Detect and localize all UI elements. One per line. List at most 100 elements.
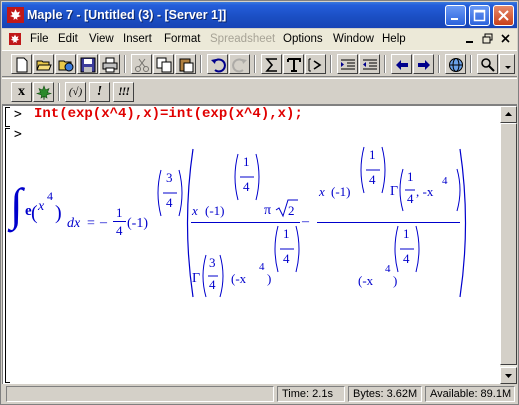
print-button[interactable]: [99, 54, 120, 74]
prompt-button[interactable]: [305, 54, 326, 74]
menu-help[interactable]: Help: [382, 33, 406, 45]
scroll-thumb[interactable]: [500, 123, 517, 365]
exp-var: x: [38, 199, 45, 214]
toolbar-dropdown-button[interactable]: [499, 54, 515, 74]
neg-one: (-1): [127, 216, 148, 231]
sqrt-arg: 2: [288, 203, 295, 218]
doc-close-icon[interactable]: [498, 32, 514, 46]
back-button[interactable]: [391, 54, 412, 74]
scroll-up-button[interactable]: [500, 106, 517, 123]
term1-den-power-den: 4: [283, 251, 290, 266]
menu-insert[interactable]: Insert: [123, 33, 152, 45]
undo-icon: [211, 58, 226, 73]
maple-leaf-button[interactable]: [33, 82, 54, 102]
frac-num: 1: [116, 205, 123, 220]
toggle-display-label: (√): [68, 86, 83, 98]
integral-sign: ∫: [10, 179, 23, 230]
close-button[interactable]: [493, 5, 514, 26]
indent-icon: [341, 59, 355, 70]
execute-label: !: [96, 84, 103, 99]
arrow-up-icon: [505, 112, 512, 116]
vertical-scrollbar[interactable]: [500, 105, 517, 384]
globe-button[interactable]: [445, 54, 466, 74]
menu-view[interactable]: View: [89, 33, 114, 45]
term2-power-den: 4: [369, 172, 376, 187]
open-url-button[interactable]: [55, 54, 76, 74]
cut-icon: [135, 58, 149, 72]
sum-button[interactable]: [261, 54, 282, 74]
term2-den-close: ): [393, 273, 398, 288]
open-button[interactable]: [33, 54, 54, 74]
execute-button[interactable]: !: [89, 82, 110, 102]
forward-icon: [418, 60, 430, 70]
main-toolbar: [2, 50, 517, 77]
document-icon[interactable]: [8, 32, 22, 46]
term2-den-power: 4: [385, 263, 391, 275]
maximize-icon: [473, 9, 486, 22]
exp-lparen: (: [31, 202, 38, 224]
paste-icon: [179, 58, 194, 73]
paste-button[interactable]: [175, 54, 196, 74]
term2-gamma-arg: , -x: [416, 184, 434, 199]
term2-gamma-den: 4: [407, 191, 414, 206]
maple-leaf-icon: [36, 85, 52, 101]
copy-icon: [156, 57, 172, 73]
menu-edit[interactable]: Edit: [58, 33, 78, 45]
toolbar-separator: [330, 55, 332, 73]
minus-sign: –: [100, 215, 107, 230]
term1-neg1: (-1): [205, 203, 225, 218]
menu-options[interactable]: Options: [283, 33, 323, 45]
term2-fraction-bar: [317, 222, 460, 223]
sum-icon: [265, 58, 277, 72]
status-bar: Time: 2.1s Bytes: 3.62M Available: 89.1M: [2, 384, 517, 404]
window-title: Maple 7 - [Untitled (3) - [Server 1]]: [27, 8, 227, 22]
status-bytes: Bytes: 3.62M: [348, 386, 422, 402]
term2-neg1: (-1): [331, 184, 351, 199]
copy-button[interactable]: [153, 54, 174, 74]
redo-icon: [232, 58, 247, 73]
forward-button[interactable]: [413, 54, 434, 74]
indent-button[interactable]: [337, 54, 358, 74]
cut-button: [131, 54, 152, 74]
term2-gamma-num: 1: [407, 169, 414, 184]
worksheet[interactable]: > Int(exp(x^4),x)=int(exp(x^4),x); > ∫ e…: [2, 105, 500, 384]
term2-den-power-den: 4: [403, 251, 410, 266]
doc-restore-icon[interactable]: [480, 32, 496, 46]
minimize-button[interactable]: [445, 5, 466, 26]
menu-arrow-icon: [505, 66, 511, 69]
undo-button[interactable]: [207, 54, 228, 74]
term1-neg-x: (-x: [231, 271, 247, 286]
toolbar-separator: [470, 55, 472, 73]
menu-format[interactable]: Format: [164, 33, 200, 45]
term1-fraction-bar: [191, 222, 300, 223]
scroll-down-button[interactable]: [500, 367, 517, 384]
toggle-display-button[interactable]: (√): [65, 82, 86, 102]
outdent-button[interactable]: [359, 54, 380, 74]
save-button[interactable]: [77, 54, 98, 74]
toolbar-separator: [58, 83, 60, 101]
new-button[interactable]: [11, 54, 32, 74]
menu-window[interactable]: Window: [333, 33, 374, 45]
back-icon: [396, 60, 408, 70]
maximize-button[interactable]: [469, 5, 490, 26]
equals-sign: =: [87, 216, 95, 231]
title-bar[interactable]: Maple 7 - [Untitled (3) - [Server 1]]: [2, 2, 517, 28]
menu-file[interactable]: File: [30, 33, 49, 45]
doc-minimize-icon[interactable]: [462, 32, 478, 46]
zoom-button[interactable]: [477, 54, 498, 74]
term1-gamma-num: 3: [209, 255, 216, 270]
toolbar-separator: [384, 55, 386, 73]
term-minus: –: [302, 214, 309, 229]
term1-power-num: 1: [243, 154, 250, 169]
text-button[interactable]: [283, 54, 304, 74]
new-icon: [16, 57, 28, 73]
math-mode-button[interactable]: x: [11, 82, 32, 102]
toolbar-separator: [438, 55, 440, 73]
frac-den: 4: [116, 223, 123, 238]
term1-neg-x-power: 4: [259, 261, 265, 273]
math-mode-label: x: [18, 84, 25, 99]
redo-button: [229, 54, 250, 74]
term1-den-power-num: 1: [283, 226, 290, 241]
text-icon: [287, 58, 301, 72]
execute-all-button[interactable]: !!!: [113, 82, 134, 102]
